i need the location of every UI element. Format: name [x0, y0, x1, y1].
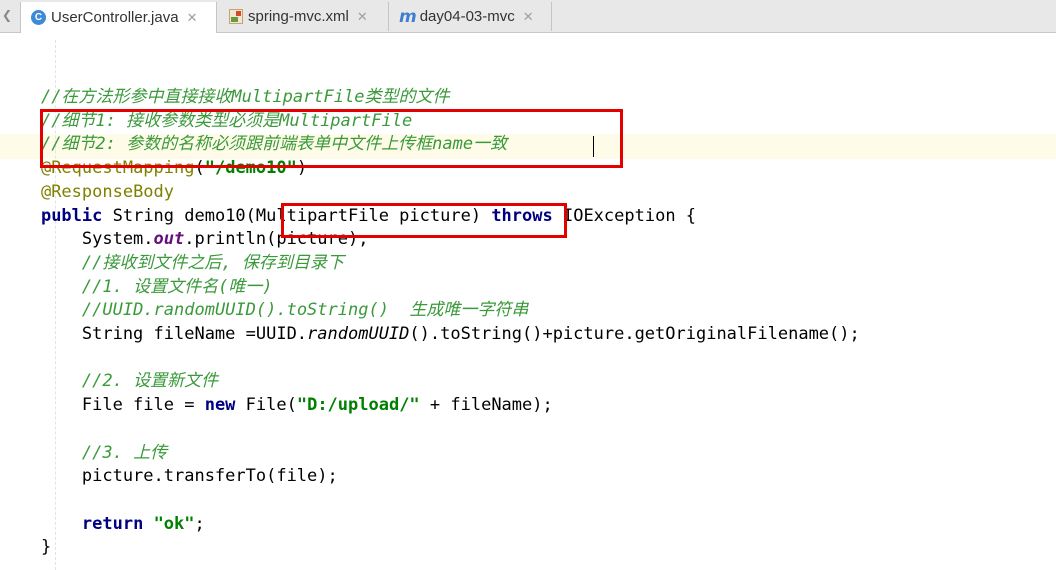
tab-label: spring-mvc.xml — [248, 8, 349, 25]
code-line[interactable]: File file = new File("D:/upload/" + file… — [0, 393, 553, 417]
code-token: //3. 上传 — [81, 442, 168, 463]
code-line[interactable]: //3. 上传 — [0, 441, 167, 465]
code-line[interactable]: } — [0, 535, 51, 559]
maven-module-icon: m — [399, 6, 417, 27]
code-token: //在方法形参中直接接收MultipartFile类型的文件 — [40, 87, 450, 107]
code-token: "D:/upload/" — [296, 395, 420, 416]
scroll-tabs-left-icon[interactable]: ❮ — [2, 8, 12, 22]
code-token: File( — [235, 395, 297, 416]
close-tab-icon[interactable]: ✕ — [523, 9, 534, 25]
tab-spring-mvc-xml[interactable]: spring-mvc.xml ✕ — [217, 2, 389, 31]
code-token: //2. 设置新文件 — [81, 371, 219, 392]
close-tab-icon[interactable]: ✕ — [357, 9, 368, 25]
editor-tab-bar: ❮ C UserController.java ✕ spring-mvc.xml… — [0, 0, 1056, 33]
code-token: File file = — [0, 395, 205, 416]
code-token: //1. 设置文件名(唯一) — [81, 276, 273, 297]
code-token: String fileName =UUID. — [0, 324, 308, 344]
code-token: randomUUID — [307, 324, 410, 344]
code-token: "ok" — [153, 513, 195, 534]
code-token: picture.transferTo(file); — [0, 466, 338, 487]
code-token: out — [153, 229, 185, 250]
annotation-box-parameter — [281, 203, 567, 238]
code-token: @ResponseBody — [40, 181, 175, 202]
code-line[interactable]: //在方法形参中直接接收MultipartFile类型的文件 — [0, 85, 450, 109]
code-token: } — [0, 537, 52, 558]
close-tab-icon[interactable]: ✕ — [187, 10, 198, 26]
annotation-box-comments — [40, 109, 623, 168]
code-line[interactable]: picture.transferTo(file); — [0, 464, 338, 488]
code-token: ().toString()+picture.getOriginalFilenam… — [409, 324, 860, 344]
code-token: public — [40, 205, 103, 226]
code-line[interactable]: return "ok"; — [0, 512, 205, 536]
code-token: ; — [194, 513, 205, 534]
code-line[interactable]: //接收到文件之后, 保存到目录下 — [0, 251, 344, 275]
code-line[interactable]: //UUID.randomUUID().toString() 生成唯一字符串 — [0, 298, 529, 322]
tab-day04-03-mvc[interactable]: m day04-03-mvc ✕ — [389, 2, 552, 31]
code-line[interactable]: String fileName =UUID.randomUUID().toStr… — [0, 322, 860, 346]
xml-file-icon — [229, 9, 243, 24]
tab-label: UserController.java — [51, 9, 179, 26]
code-token: IOException { — [552, 205, 697, 226]
tab-user-controller[interactable]: C UserController.java ✕ — [20, 2, 217, 33]
code-line[interactable]: //2. 设置新文件 — [0, 369, 218, 393]
java-class-icon: C — [31, 10, 46, 25]
tab-label: day04-03-mvc — [419, 8, 515, 25]
code-line[interactable]: @ResponseBody — [0, 180, 174, 204]
code-token: //接收到文件之后, 保存到目录下 — [81, 252, 344, 273]
code-token: + fileName); — [419, 395, 553, 416]
code-line[interactable]: //1. 设置文件名(唯一) — [0, 275, 273, 299]
code-token: System. — [0, 229, 154, 250]
code-token: return — [81, 513, 144, 534]
code-token: new — [204, 395, 236, 416]
code-token: //UUID.randomUUID().toString() 生成唯一字符串 — [81, 300, 529, 321]
